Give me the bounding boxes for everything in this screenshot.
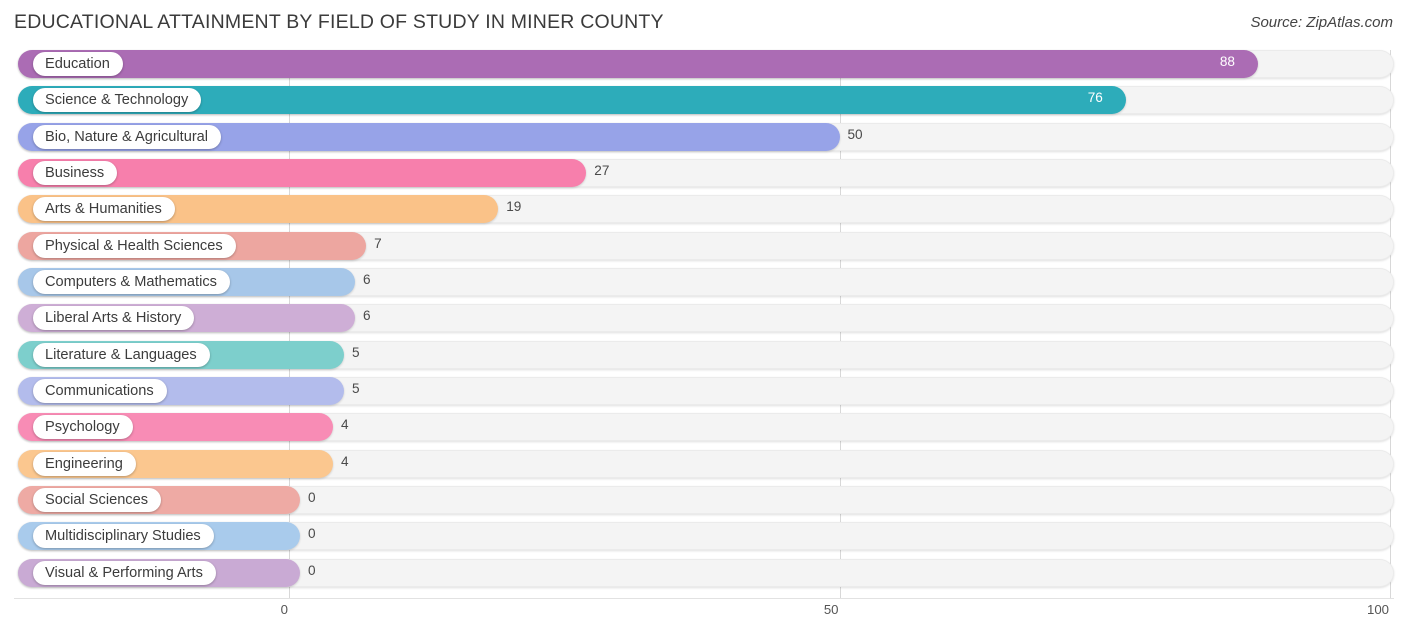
bar-row: Social Sciences 0 (0, 482, 1406, 518)
bar-row: Arts & Humanities 19 (0, 191, 1406, 227)
bar-value-label: 6 (363, 308, 371, 324)
category-label: Visual & Performing Arts (45, 564, 203, 581)
category-label-pill: Multidisciplinary Studies (33, 524, 214, 549)
page-title: EDUCATIONAL ATTAINMENT BY FIELD OF STUDY… (14, 11, 664, 33)
bar-row: Bio, Nature & Agricultural 50 (0, 119, 1406, 155)
category-label: Physical & Health Sciences (45, 237, 223, 254)
bar[interactable] (18, 50, 1258, 78)
bar-row: Visual & Performing Arts 0 (0, 555, 1406, 591)
category-label: Education (45, 56, 110, 72)
category-label: Engineering (45, 455, 123, 472)
bar-row: Communications 5 (0, 373, 1406, 409)
bar-value-label: 19 (506, 199, 522, 215)
category-label: Business (45, 164, 105, 181)
x-tick-label: 100 (1366, 602, 1389, 617)
category-label-pill: Physical & Health Sciences (33, 233, 236, 258)
category-label-pill: Business (33, 160, 118, 185)
bar-row: Business 27 (0, 155, 1406, 191)
category-label-pill: Science & Technology (33, 88, 202, 113)
category-label: Multidisciplinary Studies (45, 528, 201, 545)
bar-value-label: 76 (1087, 90, 1103, 106)
category-label-pill: Arts & Humanities (33, 197, 175, 222)
category-label: Bio, Nature & Agricultural (45, 128, 209, 145)
category-label: Communications (45, 382, 154, 399)
bar-value-label: 0 (308, 526, 316, 542)
bar-value-label: 7 (374, 235, 382, 251)
bar-row: Science & Technology 76 (0, 82, 1406, 118)
category-label: Literature & Languages (45, 346, 197, 363)
bar-value-label: 27 (594, 162, 610, 178)
category-label-pill: Liberal Arts & History (33, 306, 195, 331)
bar-row: Physical & Health Sciences 7 (0, 228, 1406, 264)
bar-row: Engineering 4 (0, 446, 1406, 482)
category-label-pill: Visual & Performing Arts (33, 560, 216, 585)
category-label: Psychology (45, 419, 120, 436)
bar-value-label: 4 (341, 417, 349, 433)
bar-row: Literature & Languages 5 (0, 337, 1406, 373)
bar-row: Liberal Arts & History 6 (0, 300, 1406, 336)
x-tick-label: 50 (823, 602, 839, 617)
bar-value-label: 50 (847, 126, 863, 142)
bar-row: Multidisciplinary Studies 0 (0, 518, 1406, 554)
category-label-pill: Psychology (33, 415, 133, 440)
source-label: Source: ZipAtlas.com (1250, 14, 1393, 31)
category-label: Liberal Arts & History (45, 310, 182, 327)
category-label: Arts & Humanities (45, 201, 162, 218)
axis-line (14, 598, 1394, 599)
category-label-pill: Bio, Nature & Agricultural (33, 124, 222, 149)
category-label: Social Sciences (45, 491, 149, 508)
category-label-pill: Engineering (33, 451, 136, 476)
chart-page: EDUCATIONAL ATTAINMENT BY FIELD OF STUDY… (0, 0, 1406, 632)
x-axis: 0 50 100 (0, 598, 1406, 632)
bar-value-label: 6 (363, 271, 371, 287)
category-label-pill: Education (33, 52, 123, 76)
category-label-pill: Literature & Languages (33, 342, 210, 367)
bar-value-label: 5 (352, 344, 360, 360)
bar-value-label: 0 (308, 562, 316, 578)
category-label-pill: Social Sciences (33, 487, 162, 512)
bar-value-label: 88 (1219, 54, 1235, 69)
category-label: Science & Technology (45, 92, 189, 109)
bar-row: Education 88 (0, 46, 1406, 82)
category-label-pill: Communications (33, 378, 167, 403)
bar-row: Computers & Mathematics 6 (0, 264, 1406, 300)
chart-header: EDUCATIONAL ATTAINMENT BY FIELD OF STUDY… (0, 0, 1406, 46)
x-tick-label: 0 (280, 602, 288, 617)
bar-value-label: 0 (308, 489, 316, 505)
category-label-pill: Computers & Mathematics (33, 269, 230, 294)
category-label: Computers & Mathematics (45, 273, 217, 290)
bar-rows: Education 88 Science & Technology 76 Bio, Na… (0, 46, 1406, 591)
bar-value-label: 4 (341, 453, 349, 469)
plot-area: Education 88 Science & Technology 76 Bio, Na… (0, 46, 1406, 598)
bar-row: Psychology 4 (0, 409, 1406, 445)
bar-value-label: 5 (352, 380, 360, 396)
